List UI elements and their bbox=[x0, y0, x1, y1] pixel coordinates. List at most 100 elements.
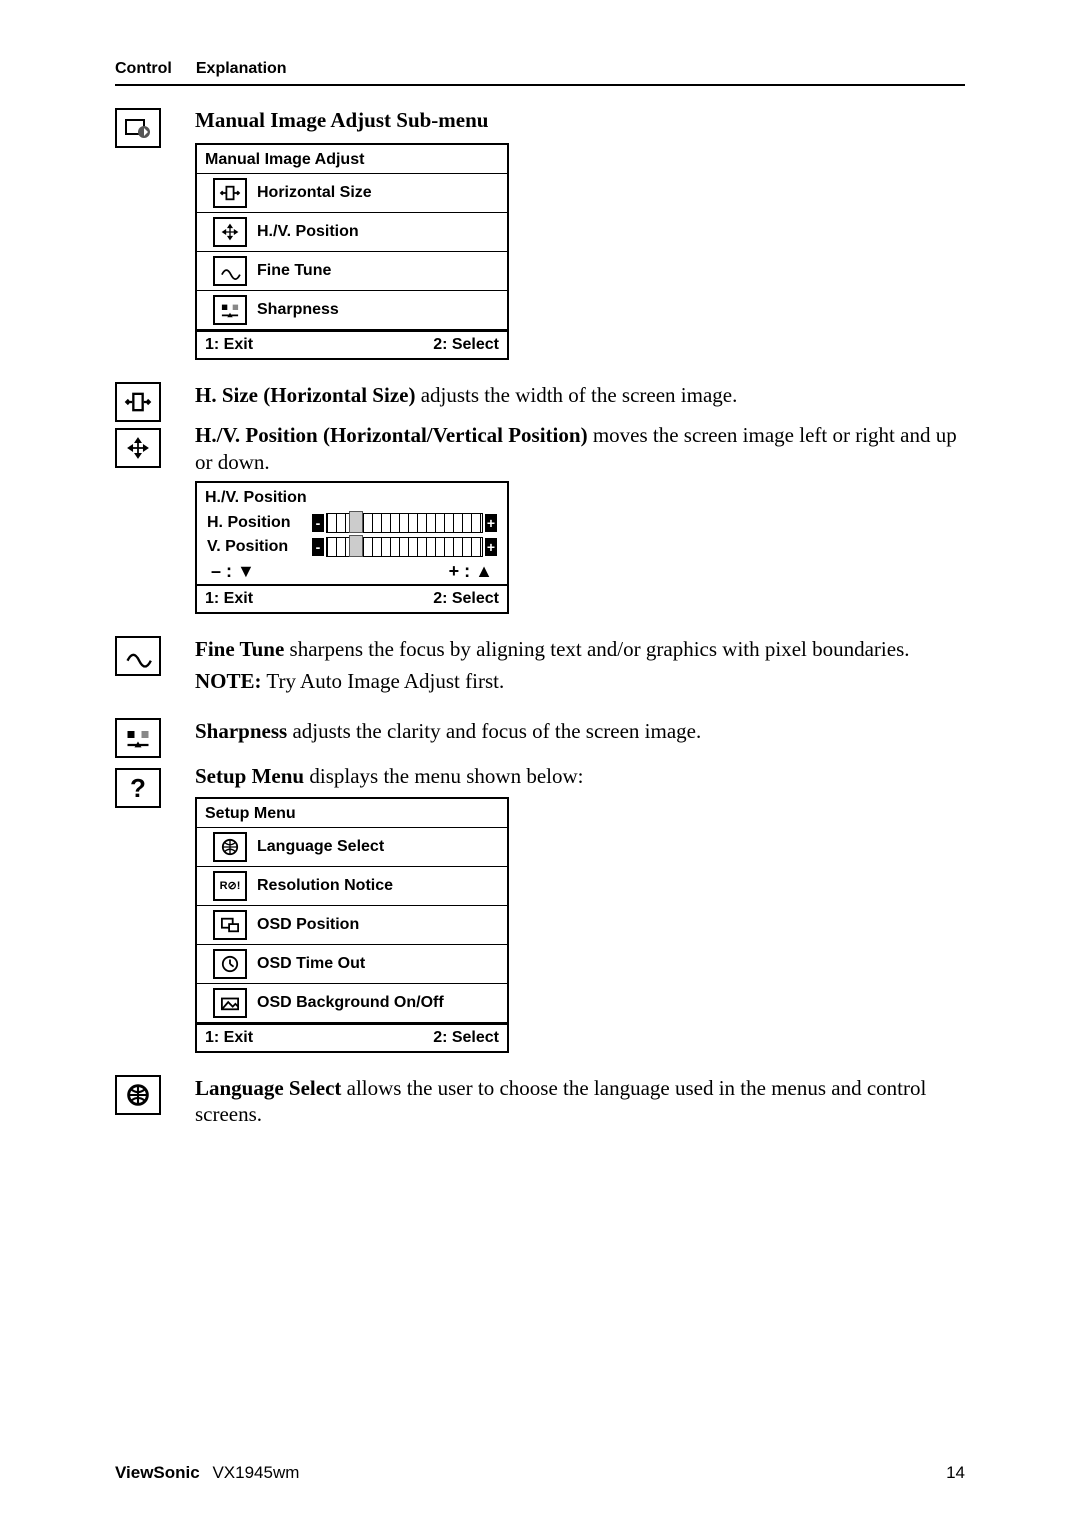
hv-position-panel: H./V. Position H. Position - + V. Positi… bbox=[195, 481, 509, 614]
slider-track bbox=[326, 513, 483, 533]
slider-thumb bbox=[349, 535, 363, 557]
horizontal-size-icon bbox=[213, 178, 247, 208]
language-section: Language Select allows the user to choos… bbox=[115, 1075, 965, 1134]
footer-left: ViewSonic VX1945wm bbox=[115, 1463, 299, 1483]
language-para: Language Select allows the user to choos… bbox=[195, 1075, 965, 1128]
footer-select: 2: Select bbox=[433, 336, 499, 354]
columns-header: Control Explanation bbox=[115, 60, 965, 86]
finetune-text: sharpens the focus by aligning text and/… bbox=[284, 637, 909, 661]
finetune-section: Fine Tune sharpens the focus by aligning… bbox=[115, 636, 965, 701]
menu-label: Horizontal Size bbox=[257, 184, 372, 202]
slider-minus-icon: - bbox=[312, 538, 324, 556]
menu-row-osd-position: OSD Position bbox=[197, 906, 507, 945]
header-explanation: Explanation bbox=[196, 60, 287, 78]
hvpos-para: H./V. Position (Horizontal/Vertical Posi… bbox=[195, 422, 965, 475]
brand-name: ViewSonic bbox=[115, 1463, 200, 1482]
hsize-para: H. Size (Horizontal Size) adjusts the wi… bbox=[195, 382, 965, 408]
panel-title: Manual Image Adjust bbox=[197, 145, 507, 174]
hv-position-icon bbox=[115, 428, 161, 468]
menu-label: OSD Position bbox=[257, 916, 359, 934]
footer-select: 2: Select bbox=[433, 1029, 499, 1047]
menu-row-resolution-notice: R⊘! Resolution Notice bbox=[197, 867, 507, 906]
v-position-slider: - + bbox=[312, 537, 497, 557]
header-control: Control bbox=[115, 60, 172, 78]
resolution-icon: R⊘! bbox=[213, 871, 247, 901]
horizontal-size-icon bbox=[115, 382, 161, 422]
panel-footer: 1: Exit 2: Select bbox=[197, 330, 507, 358]
hsize-bold: H. Size (Horizontal Size) bbox=[195, 383, 415, 407]
hsize-text: adjusts the width of the screen image. bbox=[415, 383, 737, 407]
slider-thumb bbox=[349, 511, 363, 533]
fine-tune-icon bbox=[213, 256, 247, 286]
footer-exit: 1: Exit bbox=[205, 590, 253, 608]
hv-panel-footer: 1: Exit 2: Select bbox=[197, 584, 507, 612]
globe-icon bbox=[213, 832, 247, 862]
finetune-bold: Fine Tune bbox=[195, 637, 284, 661]
page-number: 14 bbox=[946, 1463, 965, 1483]
page: Control Explanation Manual Image Adjust … bbox=[0, 0, 1080, 1527]
panel-footer: 1: Exit 2: Select bbox=[197, 1023, 507, 1051]
footer-exit: 1: Exit bbox=[205, 1029, 253, 1047]
menu-label: H./V. Position bbox=[257, 223, 359, 241]
hv-panel-title: H./V. Position bbox=[197, 483, 507, 511]
minus-down-control: – : ▼ bbox=[211, 561, 255, 582]
globe-icon bbox=[115, 1075, 161, 1115]
sharpness-icon bbox=[213, 295, 247, 325]
panel-title: Setup Menu bbox=[197, 799, 507, 828]
hvpos-bold: H./V. Position (Horizontal/Vertical Posi… bbox=[195, 423, 588, 447]
hv-controls-row: – : ▼ + : ▲ bbox=[197, 559, 507, 584]
menu-label: Fine Tune bbox=[257, 262, 331, 280]
manual-adjust-icon bbox=[115, 108, 161, 148]
finetune-note: NOTE: Try Auto Image Adjust first. bbox=[195, 668, 965, 694]
sharpness-para: Sharpness adjusts the clarity and focus … bbox=[195, 718, 965, 744]
setup-para: Setup Menu displays the menu shown below… bbox=[195, 763, 965, 789]
osd-position-icon bbox=[213, 910, 247, 940]
language-bold: Language Select bbox=[195, 1076, 341, 1100]
menu-row-horizontal-size: Horizontal Size bbox=[197, 174, 507, 213]
manual-adjust-panel: Manual Image Adjust Horizontal Size H./V… bbox=[195, 143, 509, 360]
slider-track bbox=[326, 537, 483, 557]
slider-plus-icon: + bbox=[485, 514, 497, 532]
question-icon: ? bbox=[115, 768, 161, 808]
menu-label: OSD Time Out bbox=[257, 955, 365, 973]
slider-plus-icon: + bbox=[485, 538, 497, 556]
menu-row-sharpness: Sharpness bbox=[197, 291, 507, 330]
finetune-para: Fine Tune sharpens the focus by aligning… bbox=[195, 636, 965, 662]
setup-menu-panel: Setup Menu Language Select R⊘! Resolutio… bbox=[195, 797, 509, 1053]
manual-image-adjust-section: Manual Image Adjust Sub-menu Manual Imag… bbox=[115, 108, 965, 364]
sharpness-bold: Sharpness bbox=[195, 719, 287, 743]
menu-row-osd-timeout: OSD Time Out bbox=[197, 945, 507, 984]
menu-label: OSD Background On/Off bbox=[257, 994, 444, 1012]
clock-icon bbox=[213, 949, 247, 979]
footer-exit: 1: Exit bbox=[205, 336, 253, 354]
menu-row-language-select: Language Select bbox=[197, 828, 507, 867]
plus-up-control: + : ▲ bbox=[449, 561, 493, 582]
slider-minus-icon: - bbox=[312, 514, 324, 532]
h-position-slider: - + bbox=[312, 513, 497, 533]
fine-tune-icon bbox=[115, 636, 161, 676]
osd-background-icon bbox=[213, 988, 247, 1018]
menu-row-hv-position: H./V. Position bbox=[197, 213, 507, 252]
setup-text: displays the menu shown below: bbox=[304, 764, 583, 788]
hv-position-icon bbox=[213, 217, 247, 247]
page-footer: ViewSonic VX1945wm 14 bbox=[115, 1463, 965, 1483]
sharpness-section: ? Sharpness adjusts the clarity and focu… bbox=[115, 718, 965, 1057]
model-name: VX1945wm bbox=[212, 1463, 299, 1482]
manual-adjust-title: Manual Image Adjust Sub-menu bbox=[195, 108, 965, 133]
sharpness-text: adjusts the clarity and focus of the scr… bbox=[287, 719, 701, 743]
h-position-label: H. Position bbox=[207, 514, 302, 532]
menu-row-osd-background: OSD Background On/Off bbox=[197, 984, 507, 1023]
h-position-row: H. Position - + bbox=[197, 511, 507, 535]
footer-select: 2: Select bbox=[433, 590, 499, 608]
menu-label: Resolution Notice bbox=[257, 877, 393, 895]
v-position-row: V. Position - + bbox=[197, 535, 507, 559]
note-text: Try Auto Image Adjust first. bbox=[262, 669, 505, 693]
menu-label: Language Select bbox=[257, 838, 384, 856]
sharpness-icon bbox=[115, 718, 161, 758]
setup-bold: Setup Menu bbox=[195, 764, 304, 788]
note-bold: NOTE: bbox=[195, 669, 262, 693]
menu-label: Sharpness bbox=[257, 301, 339, 319]
hsize-section: H. Size (Horizontal Size) adjusts the wi… bbox=[115, 382, 965, 618]
menu-row-fine-tune: Fine Tune bbox=[197, 252, 507, 291]
v-position-label: V. Position bbox=[207, 538, 302, 556]
